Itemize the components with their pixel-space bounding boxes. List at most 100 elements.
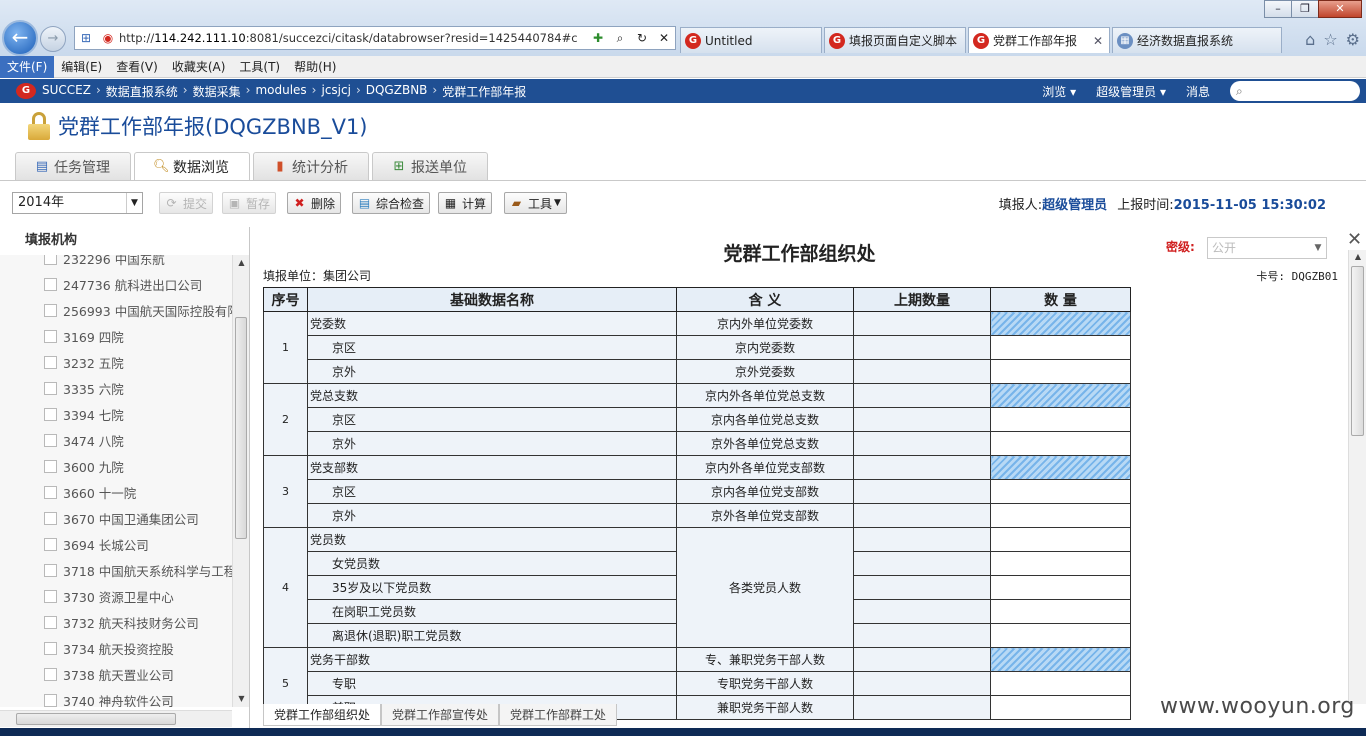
org-list-item[interactable]: 3718 中国航天系统科学与工程研 (0, 557, 232, 583)
search-icon[interactable]: ⌕ (611, 29, 629, 47)
sheet-tab-mass-work[interactable]: 党群工作部群工处 (499, 704, 618, 726)
org-list-item[interactable]: 3232 五院 (0, 349, 232, 375)
maximize-button[interactable]: ❐ (1291, 0, 1319, 18)
year-select[interactable]: 2014年 ▼ (12, 192, 143, 214)
menu-view[interactable]: 查看(V) (109, 56, 165, 78)
org-checkbox[interactable] (44, 641, 57, 655)
org-list-item[interactable]: 3740 神舟软件公司 (0, 687, 232, 707)
org-list-item[interactable]: 232296 中国东航 (0, 255, 232, 271)
org-list-item[interactable]: 3600 九院 (0, 453, 232, 479)
breadcrumb-item[interactable]: 数据采集 (193, 83, 241, 100)
org-checkbox[interactable] (44, 537, 57, 551)
org-checkbox[interactable] (44, 381, 57, 395)
breadcrumb-item[interactable]: modules (255, 83, 306, 100)
org-list-vscrollbar[interactable]: ▲ ▼ (232, 255, 249, 707)
breadcrumb-item[interactable]: 数据直报系统 (106, 83, 178, 100)
quantity-input-cell[interactable] (990, 695, 1131, 720)
close-window-button[interactable]: ✕ (1318, 0, 1362, 18)
quantity-input-cell[interactable] (990, 359, 1131, 384)
user-menu[interactable]: 超级管理员 ▾ (1096, 83, 1166, 100)
tab-close-icon[interactable]: ✕ (1093, 34, 1103, 48)
back-button[interactable]: ← (2, 20, 38, 56)
browse-menu[interactable]: 浏览 ▾ (1042, 83, 1076, 100)
quantity-input-cell[interactable] (990, 335, 1131, 360)
save-draft-button[interactable]: ▣ 暂存 (222, 192, 277, 214)
tab-data-browse[interactable]: 🔍︎ 数据浏览 (134, 152, 250, 181)
org-list-item[interactable]: 3670 中国卫通集团公司 (0, 505, 232, 531)
org-list-item[interactable]: 247736 航科进出口公司 (0, 271, 232, 297)
org-checkbox[interactable] (44, 693, 57, 707)
menu-edit[interactable]: 编辑(E) (54, 56, 109, 78)
scroll-thumb[interactable] (235, 317, 247, 539)
calculate-button[interactable]: ▦ 计算 (438, 192, 493, 214)
sheet-tab-organization[interactable]: 党群工作部组织处 (263, 704, 382, 726)
org-list-item[interactable]: 3394 七院 (0, 401, 232, 427)
org-checkbox[interactable] (44, 563, 57, 577)
close-panel-icon[interactable]: ✕ (1347, 229, 1362, 250)
org-checkbox[interactable] (44, 511, 57, 525)
addon-icon[interactable]: ✚ (589, 29, 607, 47)
settings-gear-icon[interactable]: ⚙ (1346, 30, 1360, 49)
org-checkbox[interactable] (44, 277, 57, 291)
scroll-up-icon[interactable]: ▲ (1349, 250, 1366, 264)
quantity-input-cell[interactable] (990, 599, 1131, 624)
browser-tab-annual-report[interactable]: G 党群工作部年报 ✕ (968, 27, 1110, 53)
browser-tab-econ[interactable]: ▦ 经济数据直报系统 (1112, 27, 1282, 53)
refresh-icon[interactable]: ↻ (633, 29, 651, 47)
quantity-input-cell[interactable] (990, 527, 1131, 552)
org-list-item[interactable]: 3660 十一院 (0, 479, 232, 505)
scroll-down-icon[interactable]: ▼ (233, 691, 250, 707)
header-search-input[interactable]: ⌕ (1230, 81, 1360, 101)
quantity-input-cell[interactable] (990, 671, 1131, 696)
quantity-input-cell[interactable] (990, 407, 1131, 432)
org-list-item[interactable]: 3474 八院 (0, 427, 232, 453)
scroll-up-icon[interactable]: ▲ (233, 255, 250, 271)
org-checkbox[interactable] (44, 667, 57, 681)
org-checkbox[interactable] (44, 589, 57, 603)
quantity-input-cell[interactable] (990, 623, 1131, 648)
quantity-input-cell[interactable] (990, 503, 1131, 528)
report-vscrollbar[interactable]: ▲ (1348, 250, 1366, 704)
org-list-item[interactable]: 3738 航天置业公司 (0, 661, 232, 687)
quantity-input-cell[interactable] (990, 575, 1131, 600)
minimize-button[interactable]: – (1264, 0, 1292, 18)
org-list-item[interactable]: 3335 六院 (0, 375, 232, 401)
org-checkbox[interactable] (44, 407, 57, 421)
scroll-thumb[interactable] (1351, 266, 1364, 436)
menu-help[interactable]: 帮助(H) (287, 56, 343, 78)
org-list-item[interactable]: 3694 长城公司 (0, 531, 232, 557)
org-list-item[interactable]: 3732 航天科技财务公司 (0, 609, 232, 635)
org-list-hscrollbar[interactable] (0, 710, 232, 727)
home-icon[interactable]: ⌂ (1305, 30, 1315, 49)
browser-tab-untitled[interactable]: G Untitled (680, 27, 822, 53)
breadcrumb-item[interactable]: DQGZBNB (366, 83, 428, 100)
menu-favorites[interactable]: 收藏夹(A) (165, 56, 233, 78)
org-checkbox[interactable] (44, 303, 57, 317)
org-list-item[interactable]: 3730 资源卫星中心 (0, 583, 232, 609)
org-checkbox[interactable] (44, 485, 57, 499)
delete-button[interactable]: ✖ 删除 (287, 192, 342, 214)
address-bar[interactable]: ⊞ ◉ http://114.242.111.10:8081/succezci/… (74, 26, 676, 50)
favorites-star-icon[interactable]: ☆ (1323, 30, 1337, 49)
tab-reporting-units[interactable]: ⊞ 报送单位 (372, 152, 488, 180)
quantity-input-cell[interactable] (990, 431, 1131, 456)
org-checkbox[interactable] (44, 433, 57, 447)
org-checkbox[interactable] (44, 459, 57, 473)
tab-task-management[interactable]: ▤ 任务管理 (15, 152, 131, 180)
org-list-item[interactable]: 3734 航天投资控股 (0, 635, 232, 661)
menu-tools[interactable]: 工具(T) (232, 56, 287, 78)
org-checkbox[interactable] (44, 355, 57, 369)
quantity-input-cell[interactable] (990, 551, 1131, 576)
org-checkbox[interactable] (44, 329, 57, 343)
menu-file[interactable]: 文件(F) (0, 55, 55, 78)
org-checkbox[interactable] (44, 615, 57, 629)
messages-link[interactable]: 消息 (1186, 83, 1210, 100)
check-button[interactable]: ▤ 综合检查 (352, 192, 431, 214)
secret-level-select[interactable]: 公开 ▼ (1207, 237, 1327, 259)
tab-statistics[interactable]: ▮ 统计分析 (253, 152, 369, 180)
org-list-item[interactable]: 3169 四院 (0, 323, 232, 349)
submit-button[interactable]: ⟳ 提交 (159, 192, 214, 214)
sheet-tab-publicity[interactable]: 党群工作部宣传处 (381, 704, 500, 726)
tools-button[interactable]: ▰ 工具 ▼ (504, 192, 567, 214)
breadcrumb-item[interactable]: jcsjcj (321, 83, 350, 100)
